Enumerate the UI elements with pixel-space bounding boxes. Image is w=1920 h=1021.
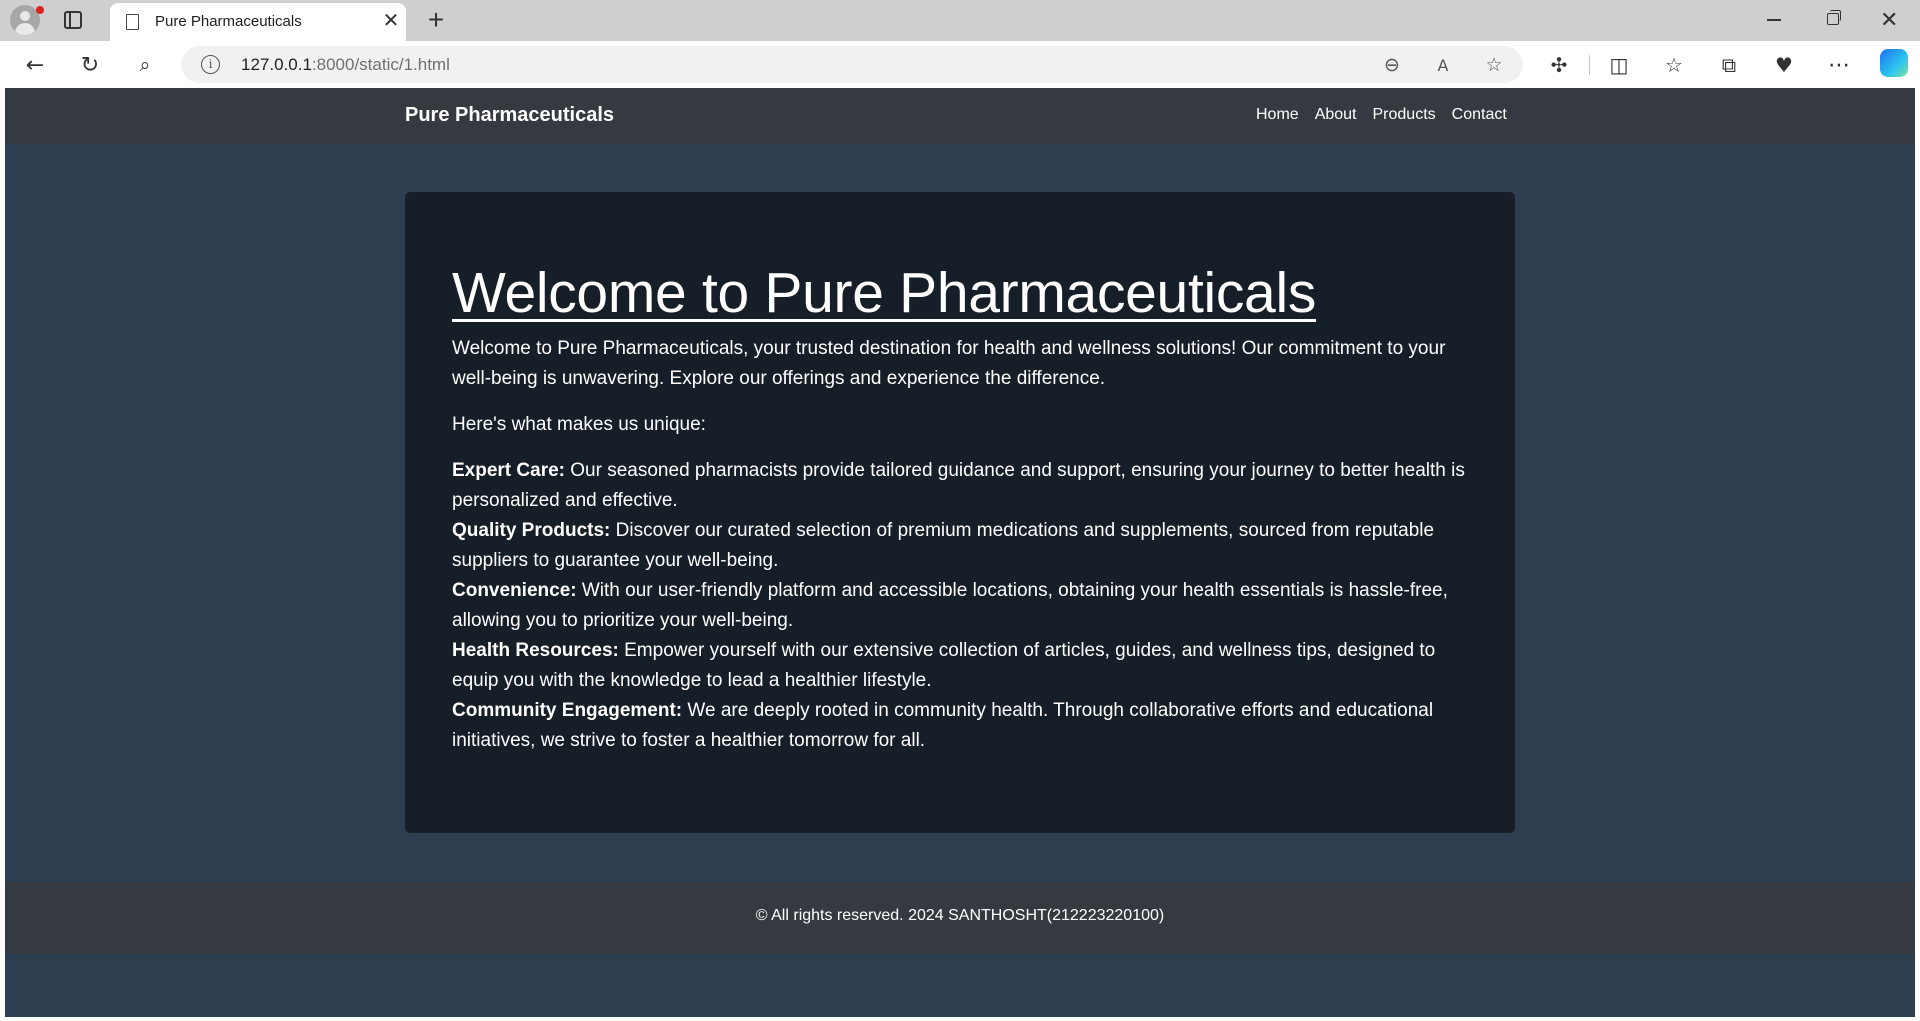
- page-title: Welcome to Pure Pharmaceuticals: [452, 261, 1317, 325]
- footer-text: © All rights reserved. 2024 SANTHOSHT(21…: [755, 907, 1165, 924]
- favorite-star-icon[interactable]: ☆: [1481, 52, 1507, 78]
- site-footer: © All rights reserved. 2024 SANTHOSHT(21…: [5, 882, 1915, 954]
- zoom-out-icon[interactable]: ⊖: [1379, 52, 1405, 78]
- feature-item: Quality Products: Discover our curated s…: [452, 520, 1435, 571]
- nav-products[interactable]: Products: [1373, 106, 1436, 124]
- page-icon: [126, 14, 139, 30]
- browser-tab[interactable]: Pure Pharmaceuticals ✕: [110, 3, 406, 41]
- notification-dot: [36, 6, 44, 14]
- nav-contact[interactable]: Contact: [1452, 106, 1507, 124]
- more-menu-icon[interactable]: ⋯: [1824, 50, 1854, 80]
- new-tab-icon[interactable]: +: [423, 3, 449, 37]
- welcome-content: Welcome to Pure Pharmaceuticals, your tr…: [452, 334, 1472, 756]
- address-bar[interactable]: i 127.0.0.1:8000/static/1.html ⊖ A ☆: [181, 46, 1523, 83]
- page-viewport: Pure Pharmaceuticals Home About Products…: [5, 88, 1915, 1017]
- feature-item: Health Resources: Empower yourself with …: [452, 640, 1436, 691]
- minimize-icon[interactable]: [1767, 19, 1781, 21]
- welcome-card: Welcome to Pure Pharmaceuticals Welcome …: [405, 192, 1515, 833]
- restore-icon[interactable]: [1827, 10, 1841, 25]
- split-screen-icon[interactable]: ◫: [1604, 50, 1634, 80]
- site-brand[interactable]: Pure Pharmaceuticals: [405, 104, 614, 127]
- feature-item: Convenience: With our user-friendly plat…: [452, 580, 1448, 631]
- close-tab-icon[interactable]: ✕: [380, 8, 402, 34]
- intro-paragraph: Welcome to Pure Pharmaceuticals, your tr…: [452, 338, 1446, 389]
- read-aloud-icon[interactable]: A: [1430, 52, 1456, 78]
- nav-links: Home About Products Contact: [1256, 106, 1507, 124]
- nav-about[interactable]: About: [1315, 106, 1357, 124]
- site-info-icon[interactable]: i: [201, 55, 220, 74]
- close-window-icon[interactable]: ✕: [1880, 3, 1898, 37]
- feature-item: Expert Care: Our seasoned pharmacists pr…: [452, 460, 1465, 511]
- toolbar-divider: [1589, 55, 1590, 75]
- back-icon[interactable]: ←: [20, 50, 50, 80]
- nav-home[interactable]: Home: [1256, 106, 1299, 124]
- lead-paragraph: Here's what makes us unique:: [452, 414, 706, 435]
- search-icon[interactable]: ⌕: [130, 50, 160, 80]
- browser-toolbar: ← ↻ ⌕ i 127.0.0.1:8000/static/1.html ⊖ A…: [0, 41, 1920, 88]
- site-navbar: Pure Pharmaceuticals Home About Products…: [5, 88, 1915, 144]
- copilot-icon[interactable]: [1880, 49, 1908, 77]
- extensions-icon[interactable]: ✣: [1544, 50, 1574, 80]
- url-text[interactable]: 127.0.0.1:8000/static/1.html: [241, 55, 450, 75]
- window-bottom-edge: [0, 1017, 1920, 1021]
- feature-item: Community Engagement: We are deeply root…: [452, 700, 1434, 751]
- browser-essentials-icon[interactable]: ♥: [1769, 50, 1799, 80]
- tab-title: Pure Pharmaceuticals: [155, 13, 302, 30]
- favorites-icon[interactable]: ☆: [1659, 50, 1689, 80]
- collections-icon[interactable]: ⧉: [1714, 50, 1744, 80]
- browser-tab-strip: Pure Pharmaceuticals ✕ + ✕: [0, 0, 1920, 41]
- tab-actions-icon[interactable]: [64, 11, 82, 29]
- refresh-icon[interactable]: ↻: [75, 50, 105, 80]
